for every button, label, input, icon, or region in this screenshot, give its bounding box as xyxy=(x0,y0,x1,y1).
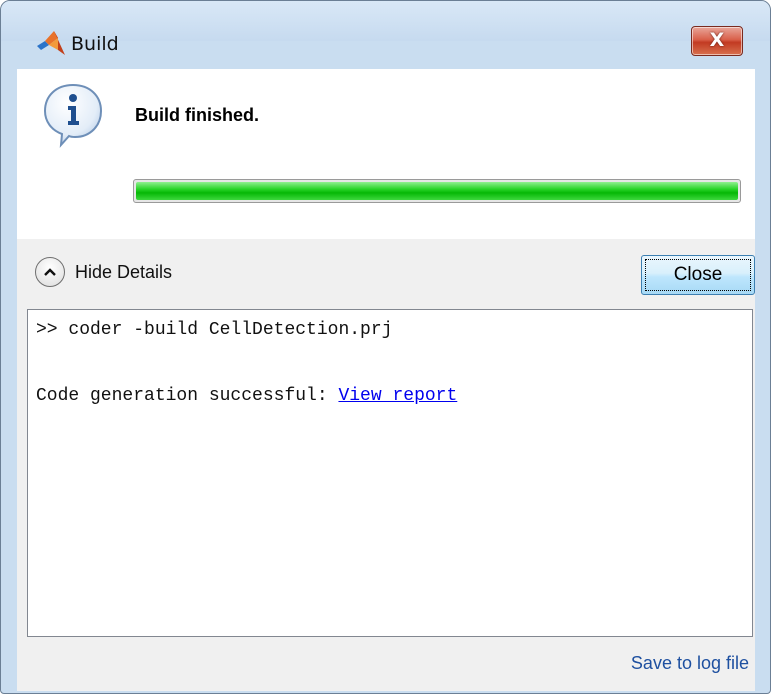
build-dialog: Build X Build finished. Hide Details Clo… xyxy=(0,0,771,694)
chevron-up-icon xyxy=(35,257,65,287)
view-report-link[interactable]: View report xyxy=(338,386,457,406)
close-button[interactable]: Close xyxy=(641,255,755,295)
matlab-logo-icon xyxy=(37,31,65,55)
details-bar: Hide Details Close xyxy=(17,239,755,305)
status-panel: Build finished. xyxy=(17,69,755,239)
build-log-console[interactable]: >> coder -build CellDetection.prj Code g… xyxy=(27,309,753,637)
hide-details-label: Hide Details xyxy=(75,261,173,282)
save-to-log-file-link[interactable]: Save to log file xyxy=(631,653,749,674)
window-title: Build xyxy=(71,33,119,55)
close-button-label: Close xyxy=(673,264,723,285)
window-close-button[interactable]: X xyxy=(691,26,743,56)
result-prefix: Code generation successful: xyxy=(36,386,339,406)
result-line: Code generation successful: View report xyxy=(36,386,457,406)
dialog-body: Build finished. Hide Details Close >> co… xyxy=(17,69,755,691)
status-message: Build finished. xyxy=(135,105,259,125)
close-icon: X xyxy=(709,29,725,51)
progress-bar xyxy=(133,179,741,203)
command-line: >> coder -build CellDetection.prj xyxy=(36,320,393,340)
hide-details-toggle[interactable]: Hide Details xyxy=(35,257,172,287)
title-bar[interactable]: Build X xyxy=(1,1,770,56)
progress-fill xyxy=(136,182,738,200)
info-icon xyxy=(43,83,103,148)
